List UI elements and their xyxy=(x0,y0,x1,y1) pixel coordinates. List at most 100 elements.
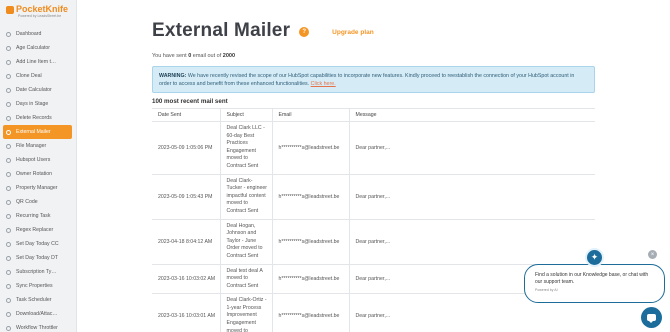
sidebar-item-label: Owner Rotation xyxy=(16,171,53,177)
column-header-subject: Subject xyxy=(220,108,273,122)
sidebar-item-qr-code[interactable]: QR Code xyxy=(0,195,76,209)
cell-date: 2023-05-09 1:05:06 PM xyxy=(152,121,221,175)
sidebar-item-age-calculator[interactable]: Age Calculator xyxy=(0,41,76,55)
table-header-row: Date Sent Subject Email Message xyxy=(152,108,595,122)
cell-email: h**********s@leadstreet.be xyxy=(272,174,350,220)
table-row[interactable]: 2023-05-09 1:05:06 PM Deal Clark LLC - 60… xyxy=(152,121,595,175)
warning-text: We have recently revised the scope of ou… xyxy=(159,73,575,87)
chat-close-icon[interactable]: × xyxy=(648,250,657,259)
sidebar-item-label: Clone Deal xyxy=(16,73,42,79)
chat-prompt-text: Find a solution in our Knowledge base, o… xyxy=(535,272,649,285)
brand-tagline: Powered by LeadsStreet.be xyxy=(18,14,62,18)
page-title: External Mailer xyxy=(152,20,291,41)
sidebar-item-label: Workflow Throttler xyxy=(16,325,58,331)
chat-prompt-bubble[interactable]: Find a solution in our Knowledge base, o… xyxy=(524,264,665,303)
calendar-icon xyxy=(6,255,11,261)
sidebar-item-label: Regex Replacer xyxy=(16,227,54,233)
sidebar-item-delete-records[interactable]: Delete Records xyxy=(0,111,76,125)
chat-powered-by: Powered by AI xyxy=(535,288,558,292)
cell-subject: Deal Clark LLC - 60-day Best Practices E… xyxy=(220,121,273,175)
tag-icon xyxy=(6,269,11,275)
brand-name: PocketKnife xyxy=(16,4,69,14)
sidebar-item-recurring-task[interactable]: Recurring Task xyxy=(0,209,76,223)
sidebar-item-external-mailer[interactable]: External Mailer xyxy=(3,125,72,139)
sidebar-item-dashboard[interactable]: Dashboard xyxy=(0,27,76,41)
chat-message-icon xyxy=(647,314,656,323)
sidebar-item-set-day-today-dt[interactable]: Set Day Today DT xyxy=(0,251,76,265)
rotate-icon xyxy=(6,171,11,177)
sidebar-item-label: Date Calculator xyxy=(16,87,52,93)
table-row[interactable]: 2023-05-09 1:05:43 PM Deal Clark-Tucker -… xyxy=(152,174,595,220)
warning-label: WARNING: xyxy=(159,73,187,79)
cell-message: Dear partner,... xyxy=(349,174,595,220)
table-row[interactable]: 2023-04-18 8:04:12 AM Deal Hogan, Johnson… xyxy=(152,219,595,265)
sidebar-item-add-line-item-t[interactable]: Add Line Item t… xyxy=(0,55,76,69)
calendar-icon xyxy=(6,87,11,93)
sidebar-item-label: Recurring Task xyxy=(16,213,51,219)
mail-list-title: 100 most recent mail sent xyxy=(152,98,228,105)
dashboard-icon xyxy=(6,31,11,37)
help-badge-icon[interactable]: ? xyxy=(299,27,310,37)
sidebar-item-subscription-ty[interactable]: Subscription Ty… xyxy=(0,265,76,279)
sidebar-item-days-in-stage[interactable]: Days in Stage xyxy=(0,97,76,111)
sidebar-item-set-day-today-cc[interactable]: Set Day Today CC xyxy=(0,237,76,251)
pocketknife-logo-icon xyxy=(6,5,14,14)
sidebar-item-label: Set Day Today DT xyxy=(16,255,58,261)
sidebar-item-sync-properties[interactable]: Sync Properties xyxy=(0,279,76,293)
sidebar-item-label: Delete Records xyxy=(16,115,52,121)
plus-icon xyxy=(6,59,11,65)
sidebar-item-task-scheduler[interactable]: Task Scheduler xyxy=(0,293,76,307)
cell-email: h**********s@leadstreet.be xyxy=(272,121,350,175)
trash-icon xyxy=(6,115,11,121)
sidebar-item-label: Download/Attac… xyxy=(16,311,58,317)
sidebar: PocketKnife Powered by LeadsStreet.be Da… xyxy=(0,0,77,332)
cell-date: 2023-04-18 8:04:12 AM xyxy=(152,219,221,265)
calendar-icon xyxy=(6,241,11,247)
sidebar-item-label: Age Calculator xyxy=(16,45,51,51)
cell-subject: Deal Hogan, Johnson and Taylor - June Or… xyxy=(220,219,273,265)
cell-email: h**********s@leadstreet.be xyxy=(272,219,350,265)
main-content: External Mailer ? Upgrade plan You have … xyxy=(77,0,670,332)
column-header-message: Message xyxy=(349,108,595,122)
copy-icon xyxy=(6,73,11,79)
sidebar-item-label: Dashboard xyxy=(16,31,42,37)
task-icon xyxy=(6,297,11,303)
sent-limit: 2000 xyxy=(222,53,236,59)
sidebar-item-label: Hubspot Users xyxy=(16,157,51,163)
sidebar-item-workflow-throttler[interactable]: Workflow Throttler xyxy=(0,321,76,332)
sidebar-item-label: Property Manager xyxy=(16,185,58,191)
sidebar-item-label: Set Day Today CC xyxy=(16,241,59,247)
sidebar-item-owner-rotation[interactable]: Owner Rotation xyxy=(0,167,76,181)
sidebar-item-hubspot-users[interactable]: Hubspot Users xyxy=(0,153,76,167)
cell-date: 2023-05-09 1:05:43 PM xyxy=(152,174,221,220)
folder-icon xyxy=(6,143,11,149)
sidebar-item-download-attac[interactable]: Download/Attac… xyxy=(0,307,76,321)
sent-count: 0 xyxy=(188,53,192,59)
regex-icon xyxy=(6,227,11,233)
column-header-date: Date Sent xyxy=(152,108,221,122)
sidebar-item-clone-deal[interactable]: Clone Deal xyxy=(0,69,76,83)
sidebar-item-date-calculator[interactable]: Date Calculator xyxy=(0,83,76,97)
sent-count-info: You have sent 0 email out of 2000 xyxy=(152,53,236,59)
sidebar-item-label: File Manager xyxy=(16,143,47,149)
sidebar-item-label: Sync Properties xyxy=(16,283,53,289)
cell-subject: Deal Clark-Tucker - engineer impactful c… xyxy=(220,174,273,220)
reconnect-link[interactable]: Click here. xyxy=(311,81,336,87)
qr-icon xyxy=(6,199,11,205)
users-icon xyxy=(6,157,11,163)
cell-email: h**********s@leadstreet.be xyxy=(272,264,350,295)
workflow-icon xyxy=(6,325,11,331)
sidebar-item-label: External Mailer xyxy=(16,129,51,135)
repeat-icon xyxy=(6,213,11,219)
upgrade-plan-link[interactable]: Upgrade plan xyxy=(332,29,374,36)
clock-icon xyxy=(6,45,11,51)
logo[interactable]: PocketKnife Powered by LeadsStreet.be xyxy=(0,0,76,24)
sparkle-icon: ✦ xyxy=(585,248,604,267)
chat-launcher-button[interactable] xyxy=(641,307,662,328)
cell-subject: Deal test deal A moved to Contract Sent xyxy=(220,264,273,295)
sidebar-item-file-manager[interactable]: File Manager xyxy=(0,139,76,153)
cell-subject: Deal Clark-Ortiz - 1-year Process Improv… xyxy=(220,293,273,332)
sidebar-item-property-manager[interactable]: Property Manager xyxy=(0,181,76,195)
sidebar-item-regex-replacer[interactable]: Regex Replacer xyxy=(0,223,76,237)
cell-message: Dear partner,... xyxy=(349,121,595,175)
